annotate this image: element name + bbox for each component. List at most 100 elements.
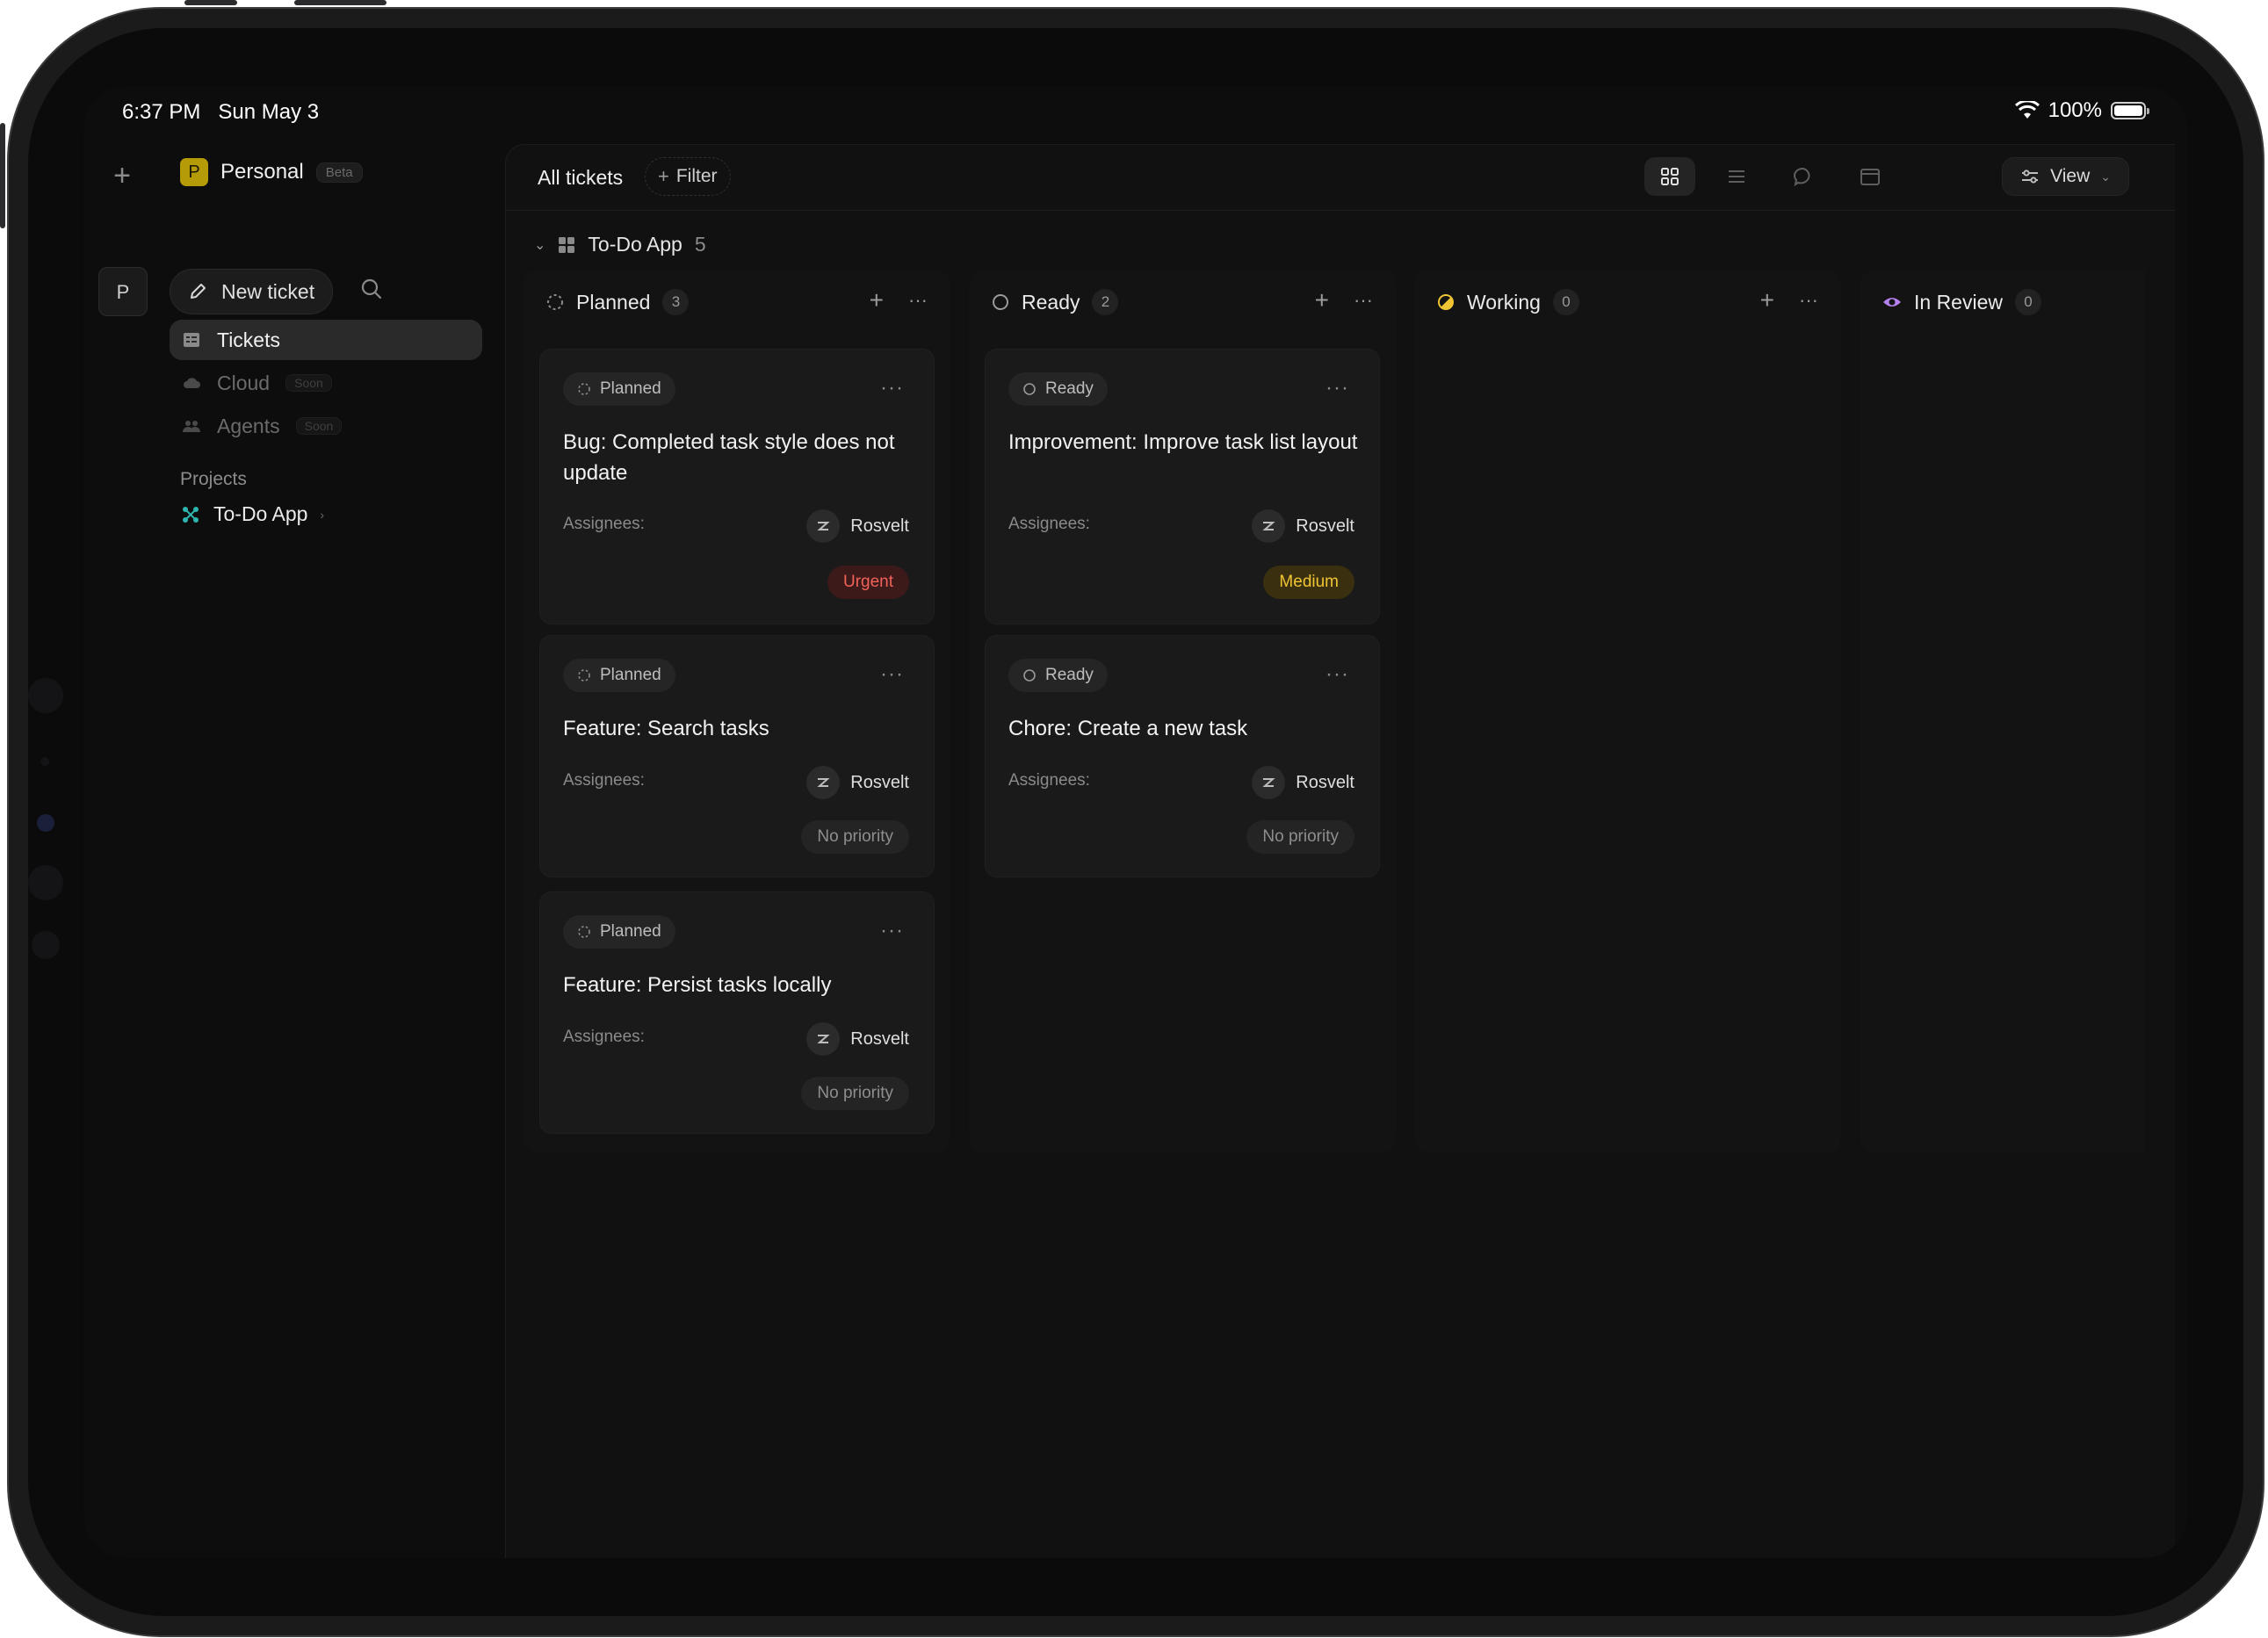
app-screen: 6:37 PM Sun May 3 100% + P P Personal Be…: [83, 86, 2188, 1558]
board-view-button[interactable]: [1644, 157, 1695, 196]
ticket-card[interactable]: Planned ··· Feature: Persist tasks local…: [539, 891, 935, 1134]
ticket-title: Chore: Create a new task: [1008, 717, 1248, 740]
ticket-card[interactable]: Ready ··· Improvement: Improve task list…: [985, 349, 1380, 624]
in-review-status-icon: [1883, 298, 1901, 307]
column-status: Planned 3: [546, 289, 690, 315]
assignee-name: Rosvelt: [850, 1028, 909, 1049]
add-workspace-button[interactable]: +: [105, 158, 140, 193]
column-status: In Review 0: [1882, 289, 2041, 315]
column-title: Working: [1467, 290, 1541, 314]
battery-icon: [2111, 102, 2149, 119]
add-ticket-button[interactable]: +: [1760, 287, 1774, 314]
assignee[interactable]: Rosvelt: [806, 1022, 909, 1056]
workspace-name: Personal: [220, 160, 304, 184]
sidebar-project-todo-app[interactable]: To-Do App ›: [180, 502, 324, 526]
ticket-card[interactable]: Planned ··· Bug: Completed task style do…: [539, 349, 935, 624]
column-header: In Review 0: [1860, 270, 2145, 333]
status-time: 6:37 PM Sun May 3: [122, 100, 319, 125]
assignees-label: Assignees:: [563, 515, 645, 533]
more-icon[interactable]: ···: [1354, 287, 1373, 314]
assignee[interactable]: Rosvelt: [806, 509, 909, 543]
beta-badge: Beta: [315, 162, 363, 183]
assignee[interactable]: Rosvelt: [1252, 766, 1354, 799]
status-chip: Ready: [1008, 659, 1108, 692]
column-count: 0: [1552, 289, 1579, 315]
view-options-button[interactable]: View ⌄: [2002, 157, 2129, 196]
group-name: To-Do App: [588, 233, 683, 256]
working-status-icon: [1438, 294, 1454, 310]
plus-icon: +: [658, 165, 669, 187]
search-icon: [361, 278, 382, 299]
sidebar-item-agents[interactable]: Agents Soon: [170, 406, 482, 446]
calendar-icon: [1860, 169, 1880, 185]
column-title: Ready: [1022, 290, 1080, 314]
planned-status-icon: [578, 926, 590, 938]
calendar-view-button[interactable]: [1845, 157, 1896, 196]
more-icon[interactable]: ···: [880, 919, 904, 943]
column-in-review: In Review 0: [1860, 270, 2145, 1153]
assignees-label: Assignees:: [1008, 771, 1090, 790]
assignees-label: Assignees:: [563, 771, 645, 790]
group-count: 5: [694, 233, 706, 256]
column-count: 3: [662, 289, 690, 315]
column-header: Planned 3 + ···: [524, 270, 950, 333]
column-count: 2: [1092, 289, 1119, 315]
assignee-name: Rosvelt: [1296, 516, 1354, 536]
new-ticket-button[interactable]: New ticket: [170, 269, 334, 314]
project-icon: [183, 506, 199, 523]
sensor: [28, 678, 63, 713]
priority-badge[interactable]: No priority: [801, 820, 909, 854]
pencil-icon: [191, 284, 206, 299]
page-title: All tickets: [538, 166, 624, 189]
sensor: [40, 757, 49, 766]
status-chip: Ready: [1008, 372, 1108, 406]
group-header[interactable]: ⌄ To-Do App 5: [534, 233, 706, 256]
ticket-card[interactable]: Ready ··· Chore: Create a new task Assig…: [985, 635, 1380, 877]
toolbar: All tickets + Filter View ⌄: [506, 145, 2175, 210]
priority-badge[interactable]: Urgent: [827, 566, 909, 599]
priority-badge[interactable]: No priority: [801, 1077, 909, 1110]
more-icon[interactable]: ···: [908, 287, 928, 314]
more-icon[interactable]: ···: [1325, 662, 1349, 687]
agent-logo-icon: [817, 778, 830, 787]
chat-view-button[interactable]: [1778, 157, 1829, 196]
search-button[interactable]: [360, 278, 388, 306]
assignee-name: Rosvelt: [850, 516, 909, 536]
assignee[interactable]: Rosvelt: [806, 766, 909, 799]
ticket-title: Feature: Search tasks: [563, 717, 769, 740]
ticket-card[interactable]: Planned ··· Feature: Search tasks Assign…: [539, 635, 935, 877]
assignee-name: Rosvelt: [1296, 772, 1354, 792]
filter-button[interactable]: + Filter: [645, 157, 731, 196]
planned-status-icon: [578, 383, 590, 395]
workspace-switcher[interactable]: P: [98, 267, 148, 316]
assignees-label: Assignees:: [1008, 515, 1090, 533]
assignee[interactable]: Rosvelt: [1252, 509, 1354, 543]
sidebar-item-tickets[interactable]: Tickets: [170, 320, 482, 360]
more-icon[interactable]: ···: [1325, 376, 1349, 400]
board-icon: [1661, 168, 1679, 185]
priority-badge[interactable]: No priority: [1246, 820, 1354, 854]
add-ticket-button[interactable]: +: [870, 287, 884, 314]
more-icon[interactable]: ···: [1799, 287, 1818, 314]
cloud-icon: [184, 378, 200, 388]
sidebar-item-label: Agents: [217, 414, 280, 437]
sidebar-item-cloud[interactable]: Cloud Soon: [170, 363, 482, 403]
camera-lens: [37, 814, 54, 832]
list-view-button[interactable]: [1711, 157, 1762, 196]
more-icon[interactable]: ···: [880, 376, 904, 400]
status-right: 100%: [2014, 98, 2149, 123]
status-chip-label: Ready: [1045, 379, 1094, 398]
ticket-title: Feature: Persist tasks locally: [563, 973, 832, 997]
priority-badge[interactable]: Medium: [1263, 566, 1354, 599]
top-button: [294, 0, 386, 5]
workspace-header[interactable]: P Personal Beta: [180, 158, 363, 186]
more-icon[interactable]: ···: [880, 662, 904, 687]
add-ticket-button[interactable]: +: [1315, 287, 1329, 314]
date-text: Sun May 3: [218, 100, 320, 124]
agent-logo-icon: [817, 522, 830, 530]
workspace-avatar: P: [180, 158, 208, 186]
volume-button: [184, 0, 237, 5]
planned-status-icon: [578, 669, 590, 682]
agents-icon: [183, 421, 200, 432]
new-ticket-label: New ticket: [221, 279, 315, 303]
